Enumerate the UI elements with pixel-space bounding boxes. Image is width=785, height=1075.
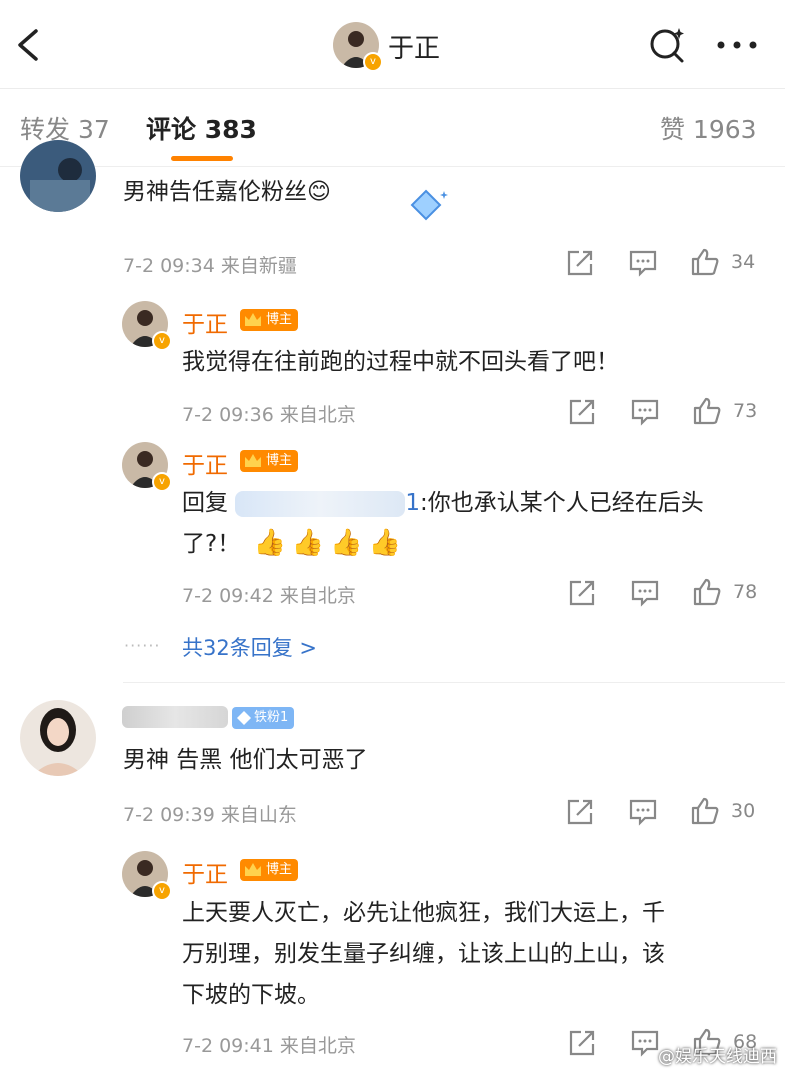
tab-bar: 转发 37 评论 383 赞 1963 (0, 88, 785, 167)
tab-comments-count: 383 (204, 115, 257, 144)
reply-location: 来自北京 (279, 585, 356, 607)
fan-badge-label: 铁粉1 (254, 710, 289, 725)
comment-icon[interactable] (628, 249, 658, 277)
verified-icon: v (152, 472, 172, 492)
thumbs-up-emoji: 👍 (291, 528, 325, 558)
reply-text: 我觉得在往前跑的过程中就不回头看了吧！ (182, 349, 619, 375)
more-horizontal-icon[interactable] (716, 38, 758, 52)
thumbs-up-emoji: 👍 (253, 528, 286, 558)
comment-icon[interactable] (630, 398, 660, 426)
reply-author-name[interactable]: 于正 (182, 855, 228, 889)
blogger-badge-label: 博主 (266, 312, 293, 327)
reply-time: 7-2 09:42 (182, 585, 274, 607)
comment-meta: 7-2 09:34 来自新疆 (123, 251, 297, 278)
comment-text: 男神告任嘉伦粉丝😊 (123, 179, 331, 205)
tab-comments-label: 评论 (146, 115, 197, 144)
blogger-badge-label: 博主 (266, 453, 293, 468)
more-replies-link[interactable]: 共32条回复 > (182, 632, 317, 662)
like-icon[interactable] (690, 796, 720, 826)
reply-text-line3: 下坡的下坡。 (182, 982, 320, 1008)
diamond-sticker-icon (410, 189, 448, 221)
share-icon[interactable] (566, 249, 594, 277)
tab-likes-label: 赞 (660, 115, 686, 144)
crown-icon (245, 454, 261, 467)
reply-time: 7-2 09:41 (182, 1035, 274, 1057)
comment-time: 7-2 09:39 (123, 804, 215, 826)
like-count: 73 (733, 400, 758, 422)
comment-time: 7-2 09:34 (123, 255, 215, 277)
top-bar: v 于正 (0, 0, 785, 89)
reply-text-line: 回复 1:你也承认某个人已经在后头 (182, 483, 704, 523)
comment-location: 来自山东 (220, 804, 297, 826)
verified-icon: v (363, 52, 383, 72)
comment-meta: 7-2 09:39 来自山东 (123, 800, 297, 827)
search-sparkle-icon[interactable] (648, 26, 688, 66)
blogger-badge-label: 博主 (266, 862, 293, 877)
mention-tail[interactable]: 1 (405, 490, 420, 516)
comment-icon[interactable] (630, 1029, 660, 1057)
blurred-username[interactable] (122, 706, 228, 728)
like-icon[interactable] (690, 247, 720, 277)
tab-likes[interactable]: 赞 1963 (660, 110, 757, 146)
page-title: 于正 (388, 34, 441, 64)
share-icon[interactable] (568, 1029, 596, 1057)
verified-icon: v (152, 331, 172, 351)
reply-text-line1: 上天要人灭亡，必先让他疯狂，我们大运上，千 (182, 900, 665, 926)
reply-meta: 7-2 09:42 来自北京 (182, 581, 356, 608)
reply-text-cont: 了?！ (182, 531, 241, 557)
comment-icon[interactable] (630, 579, 660, 607)
tab-repost-count: 37 (77, 115, 110, 144)
reply-text: :你也承认某个人已经在后头 (419, 490, 704, 516)
chevron-left-icon[interactable] (14, 28, 42, 62)
comment-text: 男神 告黑 他们太可恶了 (123, 747, 368, 773)
like-count: 78 (733, 581, 758, 603)
tab-comments[interactable]: 评论 383 (146, 110, 257, 146)
reply-meta: 7-2 09:36 来自北京 (182, 400, 356, 427)
reply-prefix: 回复 (182, 490, 228, 516)
dotted-leader: ······ (124, 636, 161, 655)
tab-likes-count: 1963 (692, 115, 757, 144)
thumbs-up-emoji: 👍 (330, 528, 363, 558)
blogger-badge: 博主 (240, 450, 299, 472)
avatar[interactable] (20, 140, 96, 212)
comment-icon[interactable] (628, 798, 658, 826)
blogger-badge: 博主 (240, 309, 299, 331)
reply-text-line2: 万别理，别发生量子纠缠，让该上山的上山，该 (182, 941, 665, 967)
active-tab-indicator (171, 156, 233, 161)
share-icon[interactable] (568, 579, 596, 607)
watermark: @娱乐天线迪西 (658, 1047, 777, 1067)
fan-badge: 铁粉1 (232, 707, 295, 729)
reply-location: 来自北京 (279, 404, 356, 426)
blogger-badge: 博主 (240, 859, 299, 881)
diamond-icon (237, 711, 251, 725)
reply-author-name[interactable]: 于正 (182, 446, 228, 480)
divider (123, 682, 785, 683)
like-icon[interactable] (692, 396, 722, 426)
crown-icon (245, 863, 261, 876)
like-count: 34 (731, 251, 756, 273)
thumbs-up-emoji: 👍 (368, 528, 402, 558)
share-icon[interactable] (566, 798, 594, 826)
like-icon[interactable] (692, 577, 722, 607)
verified-icon: v (152, 881, 172, 901)
crown-icon (245, 313, 261, 326)
comment-location: 来自新疆 (220, 255, 297, 277)
reply-location: 来自北京 (279, 1035, 356, 1057)
reply-time: 7-2 09:36 (182, 404, 274, 426)
reply-meta: 7-2 09:41 来自北京 (182, 1031, 356, 1058)
share-icon[interactable] (568, 398, 596, 426)
reply-author-name[interactable]: 于正 (182, 305, 228, 339)
avatar[interactable] (20, 700, 96, 776)
reply-text-line2: 了?！ 👍 👍 👍 👍 (182, 523, 401, 564)
like-count: 30 (731, 800, 756, 822)
blurred-mention[interactable] (235, 490, 406, 517)
